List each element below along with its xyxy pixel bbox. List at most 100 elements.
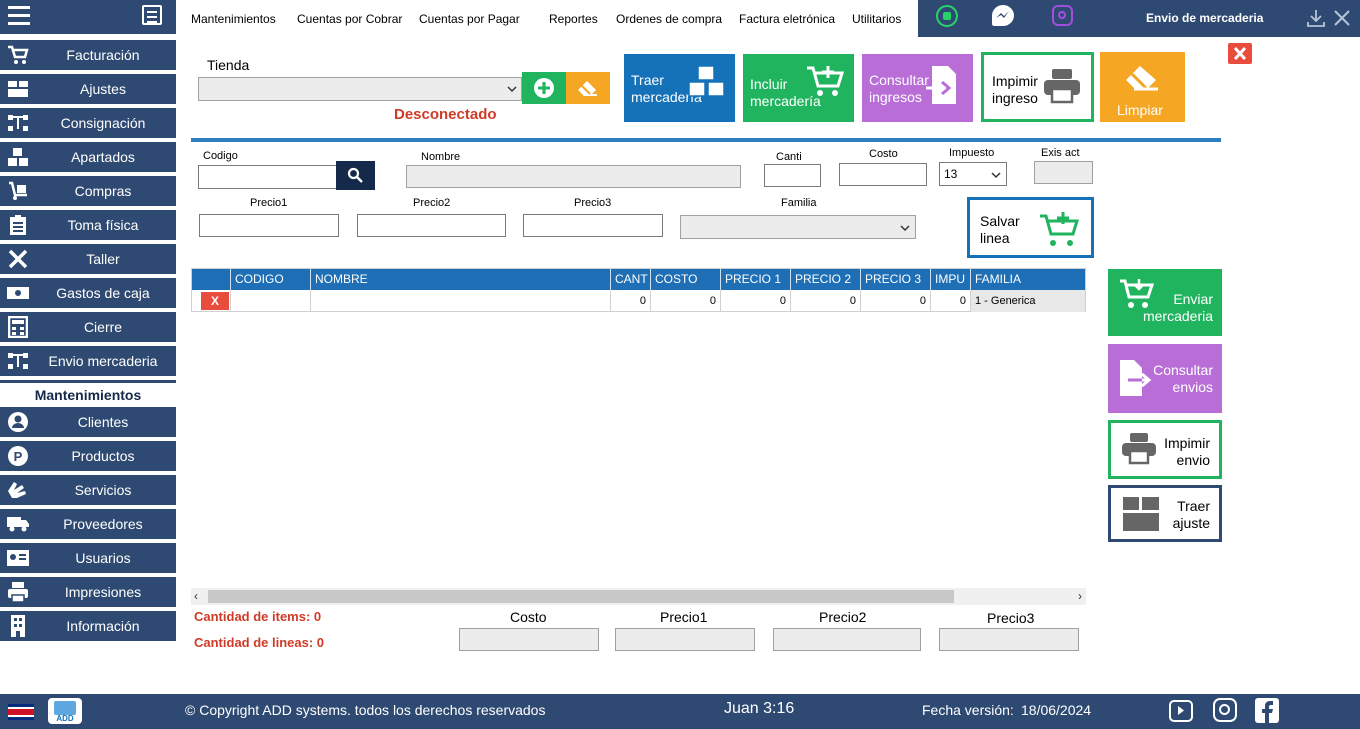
precio1-input[interactable] <box>199 214 339 237</box>
horizontal-scrollbar[interactable]: ‹ › <box>191 588 1086 605</box>
sidebar-item-proveedores[interactable]: Proveedores <box>0 509 176 539</box>
table-cell[interactable] <box>311 290 611 312</box>
total-precio2-label: Precio2 <box>819 609 867 625</box>
traer-mercaderia-button[interactable]: Traer mercadería <box>624 54 735 122</box>
consultar-envios-button[interactable]: Consultar envios <box>1108 344 1222 413</box>
table-header: COSTO <box>651 269 721 290</box>
file-export-icon <box>926 66 956 104</box>
table-cell[interactable]: 0 <box>861 290 931 312</box>
limpiar-button[interactable]: Limpiar <box>1100 52 1185 122</box>
instagram-icon[interactable] <box>1052 5 1073 26</box>
table-header-actions <box>192 269 231 290</box>
sidebar-item-taller[interactable]: Taller <box>0 244 176 274</box>
menu-mantenimientos[interactable]: Mantenimientos <box>191 12 276 26</box>
sidebar-item-consignacion[interactable]: Consignación <box>0 108 176 138</box>
menu-cuentas-pagar[interactable]: Cuentas por Pagar <box>419 12 520 26</box>
sidebar-item-servicios[interactable]: Servicios <box>0 475 176 505</box>
eraser-icon <box>578 81 597 96</box>
precio3-input[interactable] <box>523 214 663 237</box>
menu-cuentas-cobrar[interactable]: Cuentas por Cobrar <box>297 12 402 26</box>
familia-select[interactable] <box>680 215 916 239</box>
imprimir-ingreso-button[interactable]: Impimir ingreso <box>981 52 1094 122</box>
total-costo-label: Costo <box>510 609 547 625</box>
impuesto-label: Impuesto <box>949 147 995 159</box>
clipboard-icon <box>6 214 30 236</box>
sidebar-item-productos[interactable]: P Productos <box>0 441 176 471</box>
costo-input[interactable] <box>839 163 927 186</box>
impuesto-select[interactable]: 13 <box>939 162 1007 186</box>
scrollbar-thumb[interactable] <box>208 590 954 603</box>
chevron-down-icon <box>507 86 517 93</box>
sidebar-item-apartados[interactable]: Apartados <box>0 142 176 172</box>
table-cell[interactable]: 1 - Generica <box>971 290 1085 312</box>
scroll-right-icon[interactable]: › <box>1078 589 1082 603</box>
id-card-icon <box>6 547 30 569</box>
table-cell[interactable]: 0 <box>651 290 721 312</box>
salvar-linea-button[interactable]: Salvar linea <box>967 197 1094 258</box>
sidebar-item-informacion[interactable]: Información <box>0 611 176 641</box>
enviar-mercaderia-button[interactable]: Enviar mercaderia <box>1108 269 1222 336</box>
menu-ordenes-compra[interactable]: Ordenes de compra <box>616 12 722 26</box>
scroll-left-icon[interactable]: ‹ <box>194 589 198 603</box>
table-cell[interactable] <box>231 290 311 312</box>
incluir-mercaderia-button[interactable]: Incluir mercadería <box>743 54 854 122</box>
sidebar-item-usuarios[interactable]: Usuarios <box>0 543 176 573</box>
table-header: PRECIO 3 <box>861 269 931 290</box>
table-header: NOMBRE <box>311 269 611 290</box>
sidebar-item-toma-fisica[interactable]: Toma física <box>0 210 176 240</box>
table-cell[interactable]: 0 <box>611 290 651 312</box>
delete-row-button[interactable]: X <box>201 292 229 310</box>
facebook-icon[interactable] <box>1255 698 1279 723</box>
close-icon[interactable] <box>1332 8 1352 28</box>
imprimir-envio-button[interactable]: Impimir envio <box>1108 420 1222 479</box>
canti-input[interactable] <box>764 164 821 187</box>
sidebar-item-envio[interactable]: Envio mercaderia <box>0 346 176 376</box>
codigo-input[interactable] <box>198 165 338 189</box>
menu-utilitarios[interactable]: Utilitarios <box>852 12 901 26</box>
close-form-button[interactable] <box>1228 43 1252 64</box>
menu-factura-electronica[interactable]: Factura eletrónica <box>739 12 835 26</box>
cart-icon <box>6 44 30 66</box>
row-actions-cell: X <box>192 290 231 312</box>
total-precio2-field <box>773 628 921 651</box>
hands-icon <box>6 479 30 501</box>
table-header: IMPU <box>931 269 971 290</box>
notes-icon[interactable] <box>142 5 162 25</box>
costo-label: Costo <box>869 148 898 160</box>
sidebar-item-compras[interactable]: Compras <box>0 176 176 206</box>
sidebar-item-ajustes[interactable]: Ajustes <box>0 74 176 104</box>
chevron-down-icon <box>991 172 1001 179</box>
add-store-button[interactable] <box>522 72 566 104</box>
menu-icon[interactable] <box>8 6 30 26</box>
sidebar-item-gastos[interactable]: Gastos de caja <box>0 278 176 308</box>
sidebar-item-facturacion[interactable]: Facturación <box>0 40 176 70</box>
cart-add-icon <box>807 66 845 96</box>
nombre-label: Nombre <box>421 151 461 163</box>
sidebar-item-impresiones[interactable]: Impresiones <box>0 577 176 607</box>
search-button[interactable] <box>336 161 375 190</box>
money-icon <box>6 282 30 304</box>
menu-reportes[interactable]: Reportes <box>549 12 598 26</box>
store-select[interactable] <box>198 77 522 101</box>
download-icon[interactable] <box>1306 8 1326 28</box>
table-cell[interactable]: 0 <box>721 290 791 312</box>
building-icon <box>6 615 30 637</box>
table-cell[interactable]: 0 <box>931 290 971 312</box>
traer-ajuste-button[interactable]: Traer ajuste <box>1108 485 1222 542</box>
version-label: Fecha versión: <box>922 702 1014 718</box>
consultar-ingresos-button[interactable]: Consultar ingresos <box>862 54 973 122</box>
whatsapp-icon[interactable] <box>936 5 958 27</box>
familia-label: Familia <box>781 197 817 209</box>
product-icon: P <box>6 445 30 467</box>
table-cell[interactable]: 0 <box>791 290 861 312</box>
precio2-input[interactable] <box>357 214 506 237</box>
sidebar-item-cierre[interactable]: Cierre <box>0 312 176 342</box>
youtube-icon[interactable] <box>1169 700 1193 722</box>
window-title: Envio de mercaderia <box>1146 11 1264 25</box>
messenger-icon[interactable] <box>992 5 1014 26</box>
sidebar-item-clientes[interactable]: Clientes <box>0 407 176 437</box>
title-bar: Envio de mercaderia <box>918 0 1360 37</box>
sidebar-section-title: Mantenimientos <box>0 380 176 406</box>
instagram-icon[interactable] <box>1213 698 1237 722</box>
clear-store-button[interactable] <box>566 72 610 104</box>
